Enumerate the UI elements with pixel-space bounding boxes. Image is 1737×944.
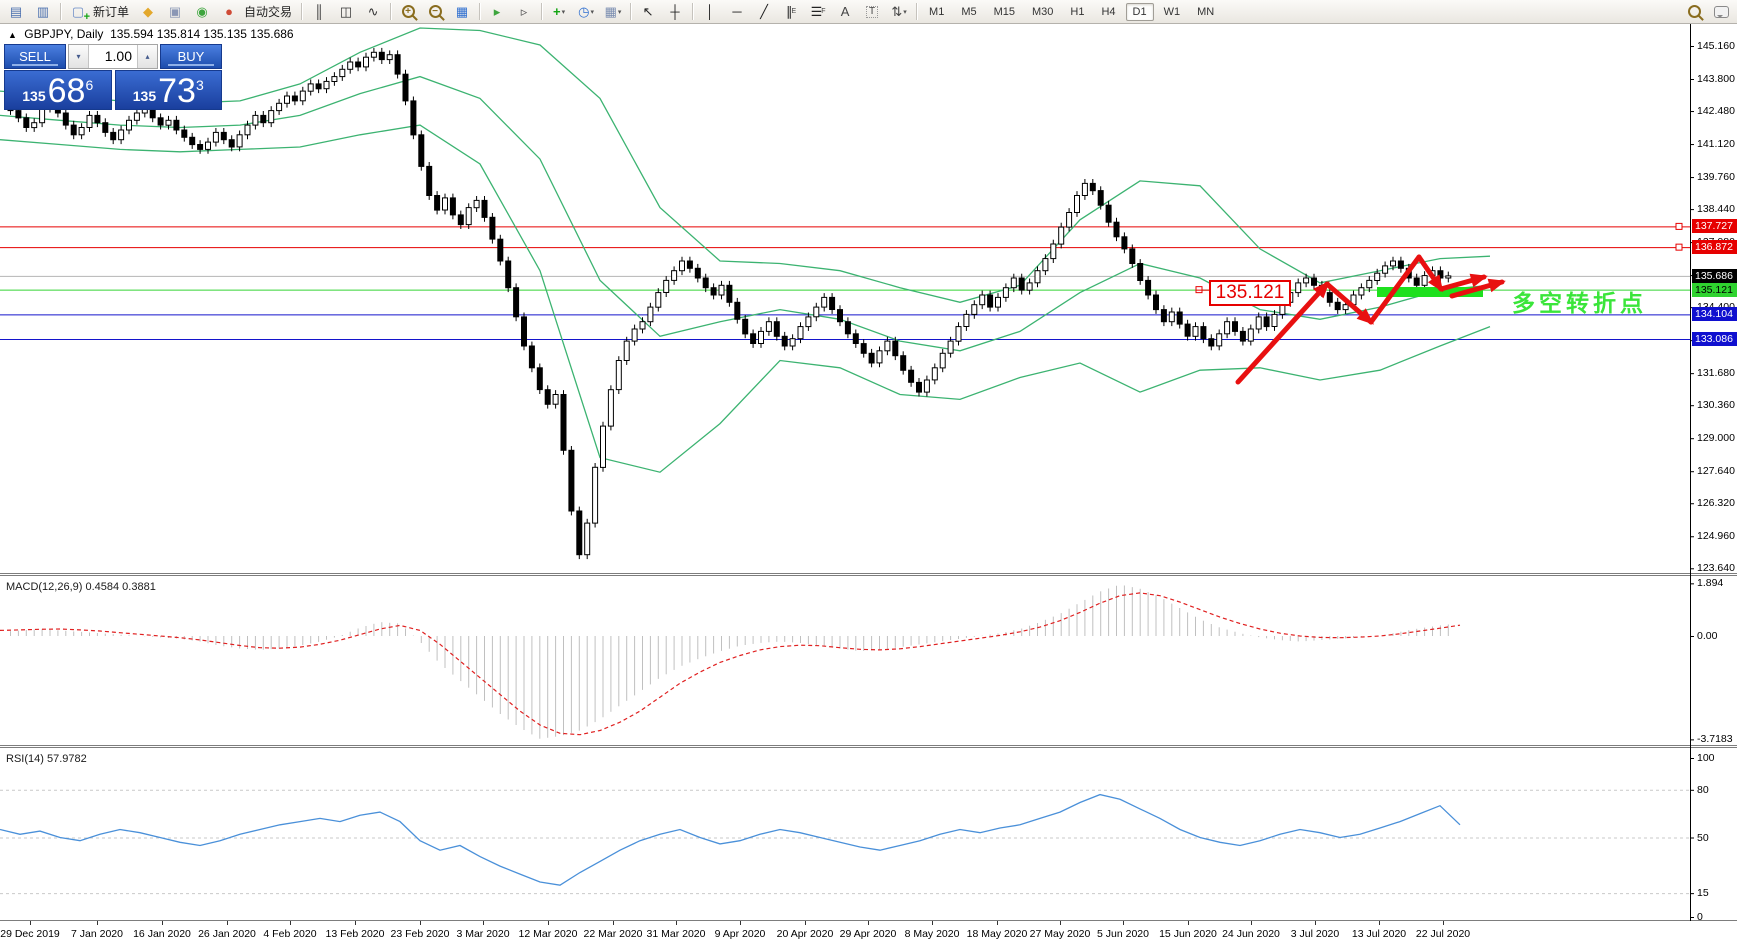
equidistant-channel-icon[interactable]: ∥E bbox=[778, 1, 804, 23]
chart-title-symbol: GBPJPY, Daily bbox=[24, 27, 103, 41]
price-annotation-label[interactable]: 135.121 bbox=[1209, 280, 1291, 306]
vertical-line-icon[interactable]: │ bbox=[697, 1, 723, 23]
text-icon[interactable]: A bbox=[832, 1, 858, 23]
profiles-icon[interactable]: ▥ bbox=[30, 1, 56, 23]
search-icon bbox=[1688, 5, 1701, 18]
turning-point-annotation[interactable]: 多空转折点 bbox=[1512, 284, 1647, 318]
new-order-icon[interactable]: ▢+ bbox=[65, 1, 91, 23]
zoom-out-icon: − bbox=[429, 5, 442, 18]
zoom-out-icon[interactable]: − bbox=[422, 1, 448, 23]
volume-stepper: ▾ 1.00 ▴ bbox=[68, 44, 158, 69]
chart-title-ohlc: 135.594 135.814 135.135 135.686 bbox=[110, 27, 294, 41]
timeframe-m1[interactable]: M1 bbox=[922, 3, 951, 21]
buy-price-display[interactable]: 135 73 3 bbox=[115, 70, 223, 110]
autotrading-icon[interactable]: ● bbox=[216, 1, 242, 23]
autotrading-label[interactable]: 自动交易 bbox=[244, 3, 292, 20]
new-order-label[interactable]: 新订单 bbox=[93, 3, 129, 20]
sell-price-big: 68 bbox=[48, 77, 86, 106]
zoom-in-icon[interactable]: + bbox=[395, 1, 421, 23]
toolbox-icon[interactable]: ◆ bbox=[135, 1, 161, 23]
sell-price-display[interactable]: 135 68 6 bbox=[4, 70, 112, 110]
fibonacci-icon[interactable]: ☰F bbox=[805, 1, 831, 23]
terminal-icon[interactable]: ▣ bbox=[162, 1, 188, 23]
collapse-marker-icon: ▲ bbox=[8, 30, 17, 40]
templates-icon[interactable]: ▦▾ bbox=[600, 1, 626, 23]
tile-windows-icon[interactable]: ▦ bbox=[449, 1, 475, 23]
mt4-window: { "toolbar": { "new_order_label": "新订单",… bbox=[0, 0, 1737, 944]
zoom-in-icon: + bbox=[402, 5, 415, 18]
chart-title: ▲ GBPJPY, Daily 135.594 135.814 135.135 … bbox=[8, 27, 294, 41]
search-icon[interactable] bbox=[1681, 1, 1707, 23]
sell-button[interactable]: SELL bbox=[4, 44, 66, 69]
toolbar-separator bbox=[301, 3, 302, 20]
candlestick-chart-icon[interactable]: ◫ bbox=[333, 1, 359, 23]
buy-price-big: 73 bbox=[158, 77, 196, 106]
toolbar-separator bbox=[541, 3, 542, 20]
timeframe-h4[interactable]: H4 bbox=[1094, 3, 1122, 21]
cursor-icon[interactable]: ↖ bbox=[635, 1, 661, 23]
macd-label: MACD(12,26,9) 0.4584 0.3881 bbox=[6, 581, 156, 593]
auto-scroll-icon[interactable]: ▸ bbox=[484, 1, 510, 23]
toolbar-separator bbox=[390, 3, 391, 20]
bar-chart-icon[interactable]: ║ bbox=[306, 1, 332, 23]
indicators-icon[interactable]: +▾ bbox=[546, 1, 572, 23]
chat-icon[interactable] bbox=[1708, 1, 1734, 23]
timeframe-mn[interactable]: MN bbox=[1190, 3, 1221, 21]
periods-icon[interactable]: ◷▾ bbox=[573, 1, 599, 23]
crosshair-icon[interactable]: ┼ bbox=[662, 1, 688, 23]
toolbar-separator bbox=[630, 3, 631, 20]
timeframe-m30[interactable]: M30 bbox=[1025, 3, 1060, 21]
buy-button[interactable]: BUY bbox=[160, 44, 222, 69]
timeframe-m15[interactable]: M15 bbox=[987, 3, 1022, 21]
line-chart-icon[interactable]: ∿ bbox=[360, 1, 386, 23]
text-label-icon[interactable]: T bbox=[859, 1, 885, 23]
buy-price-sup: 3 bbox=[196, 77, 204, 93]
toolbar-separator bbox=[479, 3, 480, 20]
chart-windows-icon[interactable]: ▤ bbox=[3, 1, 29, 23]
sell-price-sup: 6 bbox=[85, 77, 93, 93]
toolbar-separator bbox=[60, 3, 61, 20]
signals-icon[interactable]: ◉ bbox=[189, 1, 215, 23]
toolbar: ▤▥ ▢+新订单 ◆▣◉●自动交易 ║◫∿ + −▦ ▸▹ +▾◷▾▦▾ ↖┼ │─╱∥E☰FAT… bbox=[0, 0, 1737, 24]
volume-input[interactable]: 1.00 bbox=[89, 45, 137, 68]
volume-down-button[interactable]: ▾ bbox=[69, 45, 89, 68]
timeframe-h1[interactable]: H1 bbox=[1063, 3, 1091, 21]
sell-price-prefix: 135 bbox=[22, 88, 45, 104]
horizontal-line-icon[interactable]: ─ bbox=[724, 1, 750, 23]
chat-icon bbox=[1714, 6, 1729, 18]
buy-price-prefix: 135 bbox=[133, 88, 156, 104]
toolbar-separator bbox=[692, 3, 693, 20]
trendline-icon[interactable]: ╱ bbox=[751, 1, 777, 23]
timeframe-d1[interactable]: D1 bbox=[1126, 3, 1154, 21]
rsi-label: RSI(14) 57.9782 bbox=[6, 753, 87, 765]
one-click-trading-panel: SELL ▾ 1.00 ▴ BUY 135 68 6 135 73 3 bbox=[4, 44, 222, 110]
toolbar-separator bbox=[916, 3, 917, 20]
timeframe-m5[interactable]: M5 bbox=[954, 3, 983, 21]
timeframe-w1[interactable]: W1 bbox=[1157, 3, 1188, 21]
chart-canvas[interactable] bbox=[0, 0, 1737, 944]
volume-up-button[interactable]: ▴ bbox=[137, 45, 157, 68]
arrows-icon[interactable]: ⇅▾ bbox=[886, 1, 912, 23]
chart-shift-icon[interactable]: ▹ bbox=[511, 1, 537, 23]
